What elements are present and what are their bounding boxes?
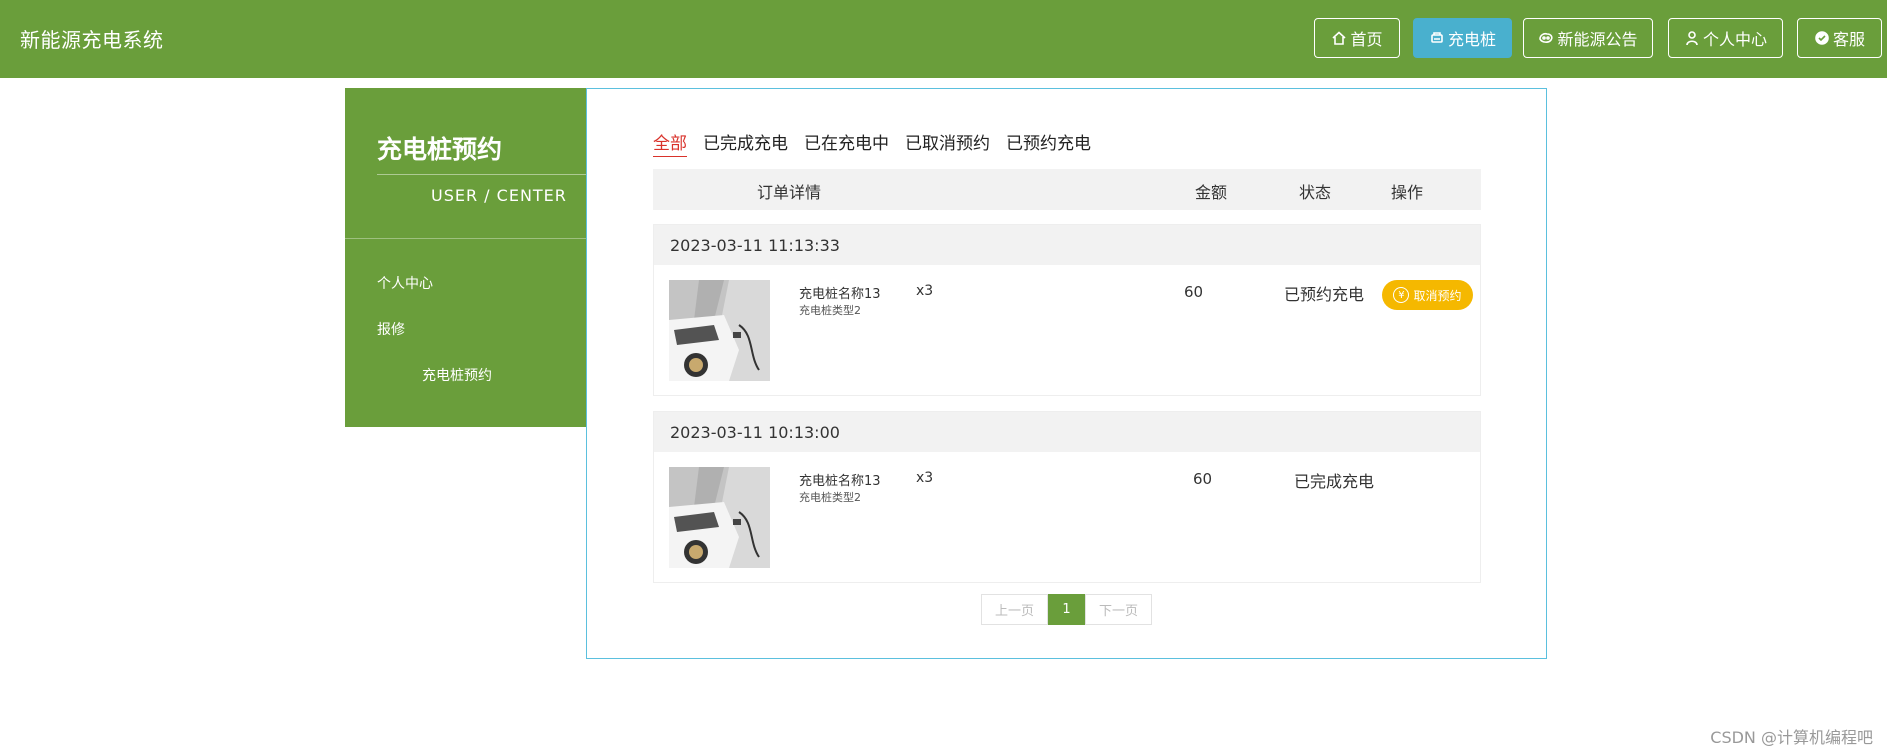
site-title: 新能源充电系统 [20,28,164,52]
charger-icon [1431,32,1443,43]
orders-panel: 全部 已完成充电 已在充电中 已取消预约 已预约充电 订单详情 金额 状态 操作… [586,88,1547,659]
yen-icon: ¥ [1393,287,1410,303]
sidebar-item-repair[interactable]: 报修 [377,319,405,339]
sidebar-item-user-center[interactable]: 个人中心 [377,273,433,293]
charger-name: 充电桩名称13 [799,474,881,489]
tab-completed[interactable]: 已完成充电 [703,129,788,157]
order-status: 已完成充电 [1294,472,1375,491]
nav-home-label: 首页 [1350,30,1383,49]
table-header: 订单详情 金额 状态 操作 [653,169,1481,210]
order-status-tabs: 全部 已完成充电 已在充电中 已取消预约 已预约充电 [653,129,1091,157]
announcement-icon [1539,32,1554,43]
watermark: CSDN @计算机编程吧 [1710,728,1873,747]
sidebar-divider [377,174,587,175]
nav-announcement-button[interactable]: 新能源公告 [1523,18,1653,58]
next-page-button[interactable]: 下一页 [1085,594,1152,625]
cancel-booking-label: 取消预约 [1413,288,1462,303]
page-1-button[interactable]: 1 [1048,594,1085,625]
nav-home-button[interactable]: 首页 [1314,18,1400,58]
tab-cancelled[interactable]: 已取消预约 [905,129,990,157]
user-icon [1686,31,1698,46]
header-status: 状态 [1299,183,1332,202]
charger-image [669,280,770,381]
order-status: 已预约充电 [1284,285,1365,304]
top-navbar: 新能源充电系统 首页 充电桩 新能源公告 个人中心 客服 [0,0,1887,78]
sidebar-item-charger-booking[interactable]: 充电桩预约 [422,365,492,385]
tab-booked[interactable]: 已预约充电 [1006,129,1091,157]
nav-user-center-label: 个人中心 [1702,30,1767,49]
prev-page-button[interactable]: 上一页 [981,594,1048,625]
nav-service-label: 客服 [1832,30,1865,49]
charger-type: 充电桩类型2 [799,491,861,504]
charger-name: 充电桩名称13 [799,287,881,302]
nav-service-button[interactable]: 客服 [1797,18,1882,58]
charger-type: 充电桩类型2 [799,304,861,317]
sidebar: 充电桩预约 USER / CENTER 个人中心 报修 充电桩预约 [345,88,587,427]
tab-all[interactable]: 全部 [653,129,687,157]
order-card: 2023-03-11 10:13:00 充电桩名称13 充电桩类型2 x3 60… [653,411,1481,583]
sidebar-divider [345,238,587,239]
nav-announcement-label: 新能源公告 [1557,30,1638,49]
pagination: 上一页 1 下一页 [981,594,1152,625]
sidebar-title: 充电桩预约 [377,135,503,164]
order-card: 2023-03-11 11:13:33 充电桩名称13 充电桩类型2 x3 60… [653,224,1481,396]
sidebar-subtitle: USER / CENTER [431,186,567,205]
header-order-detail: 订单详情 [757,183,822,202]
nav-charger-label: 充电桩 [1447,30,1496,49]
order-amount: 60 [1184,283,1204,301]
header-action: 操作 [1391,183,1424,202]
tab-charging[interactable]: 已在充电中 [804,129,889,157]
order-header: 2023-03-11 10:13:00 [654,412,1480,452]
chat-icon [1815,31,1829,45]
home-icon [1332,31,1347,45]
order-amount: 60 [1193,470,1213,488]
order-time: 2023-03-11 11:13:33 [670,236,840,255]
cancel-booking-button[interactable]: ¥ 取消预约 [1382,280,1473,310]
header-amount: 金额 [1195,183,1228,202]
charger-image [669,467,770,568]
nav-user-center-button[interactable]: 个人中心 [1668,18,1783,58]
order-quantity: x3 [916,283,934,299]
order-header: 2023-03-11 11:13:33 [654,225,1480,265]
order-time: 2023-03-11 10:13:00 [670,423,840,442]
nav-charger-button[interactable]: 充电桩 [1413,18,1512,58]
order-quantity: x3 [916,470,934,486]
